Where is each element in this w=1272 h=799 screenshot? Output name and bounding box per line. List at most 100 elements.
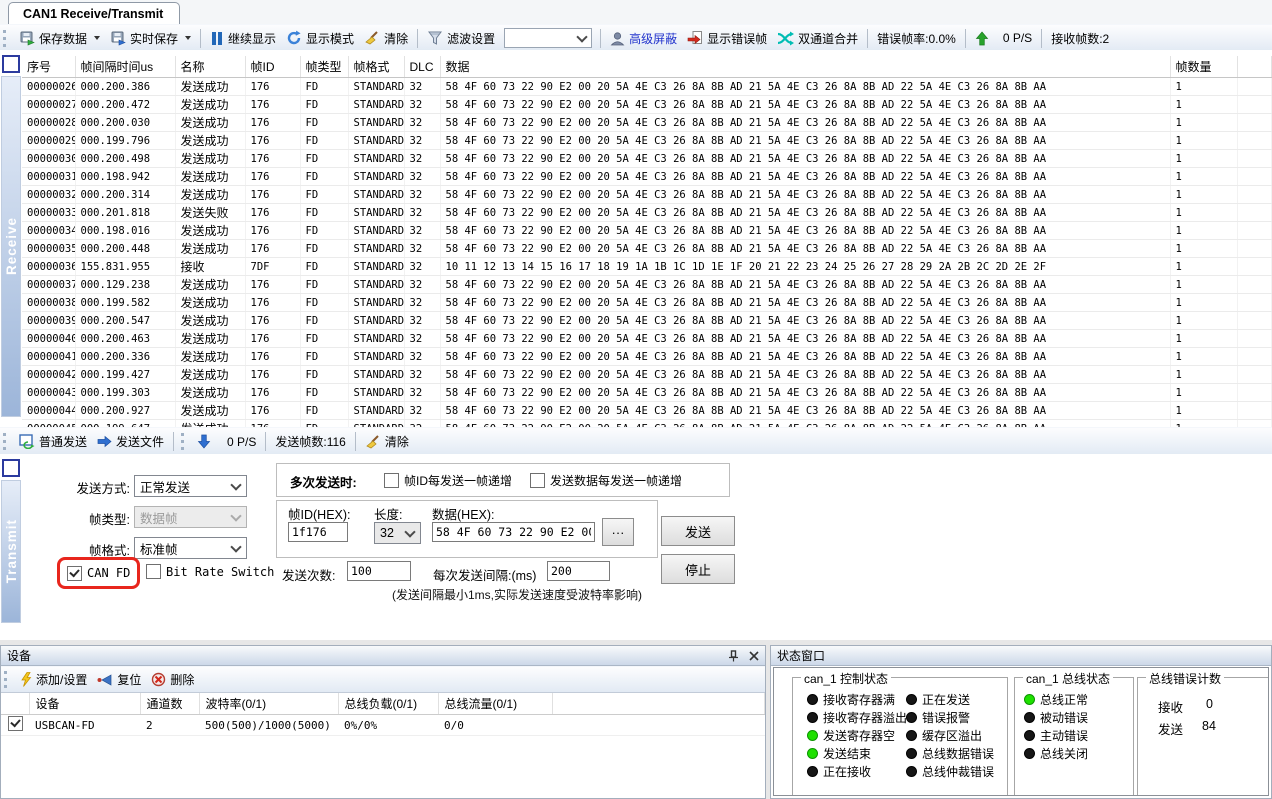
device-delete-button[interactable]: 删除 — [146, 668, 199, 691]
status-panel: 状态窗口 can_1 控制状态 接收寄存器满 接收寄存器溢出 发送寄存器空 发送… — [770, 645, 1272, 799]
table-row[interactable]: 00000040 000.200.463 发送成功 176 FD STANDAR… — [22, 330, 1272, 348]
receive-side-tab[interactable]: Receive — [1, 76, 21, 417]
cell-frame-count: 1 — [1170, 312, 1237, 330]
interval-input[interactable] — [547, 561, 610, 581]
table-row[interactable]: 00000029 000.199.796 发送成功 176 FD STANDAR… — [22, 132, 1272, 150]
table-row[interactable]: 00000044 000.200.927 发送成功 176 FD STANDAR… — [22, 402, 1272, 420]
data-hex-input[interactable] — [432, 522, 595, 542]
col-header-dlc[interactable]: DLC — [404, 56, 440, 78]
normal-send-button[interactable]: 普通发送 — [14, 430, 92, 453]
control-status-title: can_1 控制状态 — [801, 670, 891, 687]
toolbar-gripper[interactable] — [181, 433, 187, 450]
table-row[interactable]: 00000030 000.200.498 发送成功 176 FD STANDAR… — [22, 150, 1272, 168]
table-row[interactable]: 00000031 000.198.942 发送成功 176 FD STANDAR… — [22, 168, 1272, 186]
toolbar-gripper[interactable] — [3, 30, 9, 47]
continue-display-button[interactable]: 继续显示 — [205, 27, 281, 50]
table-row[interactable]: 00000036 155.831.955 接收 7DF FD STANDARD … — [22, 258, 1272, 276]
cell-name: 发送成功 — [175, 294, 245, 312]
send-file-button[interactable]: 发送文件 — [92, 430, 169, 453]
cell-name: 发送成功 — [175, 186, 245, 204]
send-mode-label: 发送方式: — [60, 478, 130, 497]
filter-combo[interactable] — [504, 28, 592, 48]
cell-name: 发送成功 — [175, 312, 245, 330]
inc-frame-id-label: 帧ID每发送一帧递增 — [404, 472, 512, 489]
dev-col-flow[interactable]: 总线流量(0/1) — [438, 693, 552, 715]
col-header-frame-id[interactable]: 帧ID — [245, 56, 300, 78]
table-row[interactable]: 00000037 000.129.238 发送成功 176 FD STANDAR… — [22, 276, 1272, 294]
dev-col-baud[interactable]: 波特率(0/1) — [199, 693, 338, 715]
save-data-button[interactable]: 保存数据 — [14, 27, 105, 50]
dropdown-arrow-icon[interactable] — [185, 36, 191, 40]
can-fd-checkbox[interactable] — [67, 566, 82, 581]
select-all-checkbox[interactable] — [2, 55, 20, 73]
toolbar-gripper[interactable] — [4, 671, 10, 688]
device-add-button[interactable]: 添加/设置 — [15, 668, 92, 691]
table-row[interactable]: 00000035 000.200.448 发送成功 176 FD STANDAR… — [22, 240, 1272, 258]
col-header-frame-type[interactable]: 帧类型 — [300, 56, 348, 78]
device-row[interactable]: USBCAN-FD 2 500(500)/1000(5000) 0%/0% 0/… — [1, 715, 765, 736]
cell-dlc: 32 — [404, 348, 440, 366]
table-row[interactable]: 00000032 000.200.314 发送成功 176 FD STANDAR… — [22, 186, 1272, 204]
data-more-button[interactable]: ··· — [602, 518, 634, 546]
cell-name: 发送失败 — [175, 204, 245, 222]
cell-dlc: 32 — [404, 312, 440, 330]
advanced-mask-button[interactable]: 高级屏蔽 — [605, 27, 682, 50]
show-error-frames-button[interactable]: 显示错误帧 — [682, 27, 772, 50]
col-header-index[interactable]: 序号 — [22, 56, 75, 78]
realtime-save-button[interactable]: 实时保存 — [105, 27, 196, 50]
transmit-side-tab[interactable]: Transmit — [1, 480, 21, 623]
stop-button[interactable]: 停止 — [661, 554, 735, 584]
col-header-frame-count[interactable]: 帧数量 — [1170, 56, 1237, 78]
cell-interval: 155.831.955 — [75, 258, 175, 276]
dropdown-arrow-icon[interactable] — [94, 36, 100, 40]
inc-data-checkbox[interactable] — [530, 473, 545, 488]
led-label: 缓存区溢出 — [922, 727, 982, 744]
toolbar-gripper[interactable] — [3, 433, 9, 450]
dev-col-load[interactable]: 总线负载(0/1) — [338, 693, 438, 715]
led-label: 总线仲裁错误 — [922, 763, 994, 780]
table-row[interactable]: 00000027 000.200.472 发送成功 176 FD STANDAR… — [22, 96, 1272, 114]
table-row[interactable]: 00000034 000.198.016 发送成功 176 FD STANDAR… — [22, 222, 1272, 240]
cell-frame-count: 1 — [1170, 78, 1237, 96]
cell-dlc: 32 — [404, 384, 440, 402]
inc-frame-id-checkbox[interactable] — [384, 473, 399, 488]
frame-id-input[interactable] — [288, 522, 348, 542]
dev-col-channels[interactable]: 通道数 — [140, 693, 199, 715]
table-row[interactable]: 00000039 000.200.547 发送成功 176 FD STANDAR… — [22, 312, 1272, 330]
device-checkbox[interactable] — [8, 716, 23, 731]
table-row[interactable]: 00000043 000.199.303 发送成功 176 FD STANDAR… — [22, 384, 1272, 402]
table-row[interactable]: 00000041 000.200.336 发送成功 176 FD STANDAR… — [22, 348, 1272, 366]
dev-col-device[interactable]: 设备 — [29, 693, 140, 715]
cell-dlc: 32 — [404, 276, 440, 294]
col-header-interval[interactable]: 帧间隔时间us — [75, 56, 175, 78]
cell-frame-format: STANDARD — [348, 96, 404, 114]
send-times-input[interactable] — [347, 561, 411, 581]
transmit-select-checkbox[interactable] — [2, 459, 20, 477]
col-header-name[interactable]: 名称 — [175, 56, 245, 78]
pin-icon[interactable] — [728, 650, 739, 662]
receive-clear-button[interactable]: 清除 — [359, 27, 413, 50]
close-icon[interactable] — [749, 651, 759, 661]
length-select[interactable]: 32 — [374, 522, 421, 544]
display-mode-button[interactable]: 显示模式 — [281, 27, 359, 50]
dual-channel-merge-button[interactable]: 双通道合并 — [772, 27, 863, 50]
send-mode-select[interactable]: 正常发送 — [134, 475, 247, 497]
transmit-clear-button[interactable]: 清除 — [360, 430, 414, 453]
cell-interval: 000.198.016 — [75, 222, 175, 240]
bit-rate-switch-checkbox[interactable] — [146, 564, 161, 579]
col-header-frame-format[interactable]: 帧格式 — [348, 56, 404, 78]
frame-type-select[interactable]: 数据帧 — [134, 506, 247, 528]
table-row[interactable]: 00000042 000.199.427 发送成功 176 FD STANDAR… — [22, 366, 1272, 384]
cell-frame-type: FD — [300, 366, 348, 384]
col-header-data[interactable]: 数据 — [440, 56, 1170, 78]
filter-settings-button[interactable]: 滤波设置 — [422, 27, 500, 50]
tab-can1-receive-transmit[interactable]: CAN1 Receive/Transmit — [8, 2, 180, 24]
table-row[interactable]: 00000026 000.200.386 发送成功 176 FD STANDAR… — [22, 78, 1272, 96]
send-button[interactable]: 发送 — [661, 516, 735, 546]
table-row[interactable]: 00000033 000.201.818 发送失败 176 FD STANDAR… — [22, 204, 1272, 222]
table-row[interactable]: 00000028 000.200.030 发送成功 176 FD STANDAR… — [22, 114, 1272, 132]
frame-format-select[interactable]: 标准帧 — [134, 537, 247, 559]
table-row[interactable]: 00000038 000.199.582 发送成功 176 FD STANDAR… — [22, 294, 1272, 312]
device-reset-button[interactable]: 复位 — [92, 668, 146, 691]
cell-frame-type: FD — [300, 186, 348, 204]
